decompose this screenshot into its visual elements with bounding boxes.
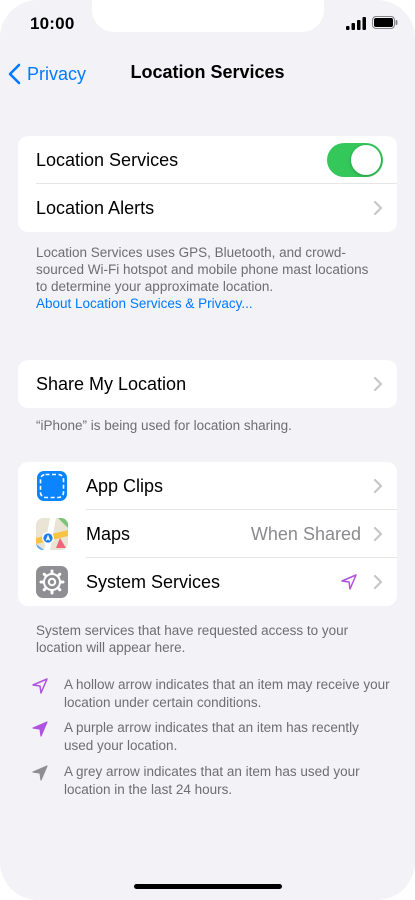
location-alerts-row[interactable]: Location Alerts — [18, 184, 397, 232]
location-settings-group: Location Services Location Alerts — [18, 136, 397, 232]
system-services-note: System services that have requested acce… — [36, 623, 349, 655]
description-text: Location Services uses GPS, Bluetooth, a… — [36, 245, 369, 294]
location-services-description: Location Services uses GPS, Bluetooth, a… — [36, 244, 381, 312]
status-time: 10:00 — [30, 14, 75, 33]
chevron-right-icon — [374, 527, 382, 541]
app-row-maps[interactable]: Maps When Shared — [18, 510, 397, 558]
hollow-arrow-icon — [32, 678, 48, 694]
sharing-device-note: “iPhone” is being used for location shar… — [36, 418, 292, 433]
location-services-row: Location Services — [18, 136, 397, 184]
notch — [92, 0, 324, 32]
share-my-location-row[interactable]: Share My Location — [18, 360, 397, 408]
chevron-right-icon — [374, 201, 382, 215]
hollow-purple-arrow-icon — [341, 574, 357, 590]
legend-grey-arrow: A grey arrow indicates that an item has … — [30, 763, 390, 799]
legend-purple-text: A purple arrow indicates that an item ha… — [64, 720, 359, 753]
location-services-toggle[interactable] — [327, 143, 383, 177]
maps-permission-value: When Shared — [250, 523, 361, 544]
share-my-location-label: Share My Location — [36, 373, 187, 394]
legend-grey-text: A grey arrow indicates that an item has … — [64, 764, 360, 797]
purple-arrow-icon — [32, 721, 48, 737]
maps-icon — [36, 518, 68, 550]
share-location-group: Share My Location — [18, 360, 397, 408]
app-row-app-clips[interactable]: App Clips — [18, 462, 397, 510]
app-clips-label: App Clips — [86, 475, 164, 496]
maps-label: Maps — [86, 523, 131, 544]
toggle-knob — [351, 145, 381, 175]
chevron-right-icon — [374, 377, 382, 391]
system-services-label: System Services — [86, 571, 221, 592]
gear-icon — [36, 566, 68, 598]
grey-arrow-icon — [32, 765, 48, 781]
signal-icon — [346, 17, 366, 30]
legend-purple-arrow: A purple arrow indicates that an item ha… — [30, 719, 390, 755]
app-row-system-services[interactable]: System Services — [18, 558, 397, 606]
app-clips-icon — [36, 470, 68, 502]
home-indicator[interactable] — [134, 884, 282, 889]
page-title: Location Services — [130, 62, 285, 82]
legend-hollow-arrow: A hollow arrow indicates that an item ma… — [30, 676, 390, 712]
battery-icon — [372, 16, 398, 29]
chevron-right-icon — [374, 575, 382, 589]
apps-group: App Clips Maps When Shared System Servic… — [18, 462, 397, 606]
about-privacy-link[interactable]: About Location Services & Privacy... — [36, 295, 381, 312]
chevron-right-icon — [374, 479, 382, 493]
location-services-label: Location Services — [36, 149, 179, 170]
phone-screen: 10:00 Privacy Location Services Location… — [0, 0, 415, 900]
location-alerts-label: Location Alerts — [36, 197, 155, 218]
legend-hollow-text: A hollow arrow indicates that an item ma… — [64, 677, 390, 710]
